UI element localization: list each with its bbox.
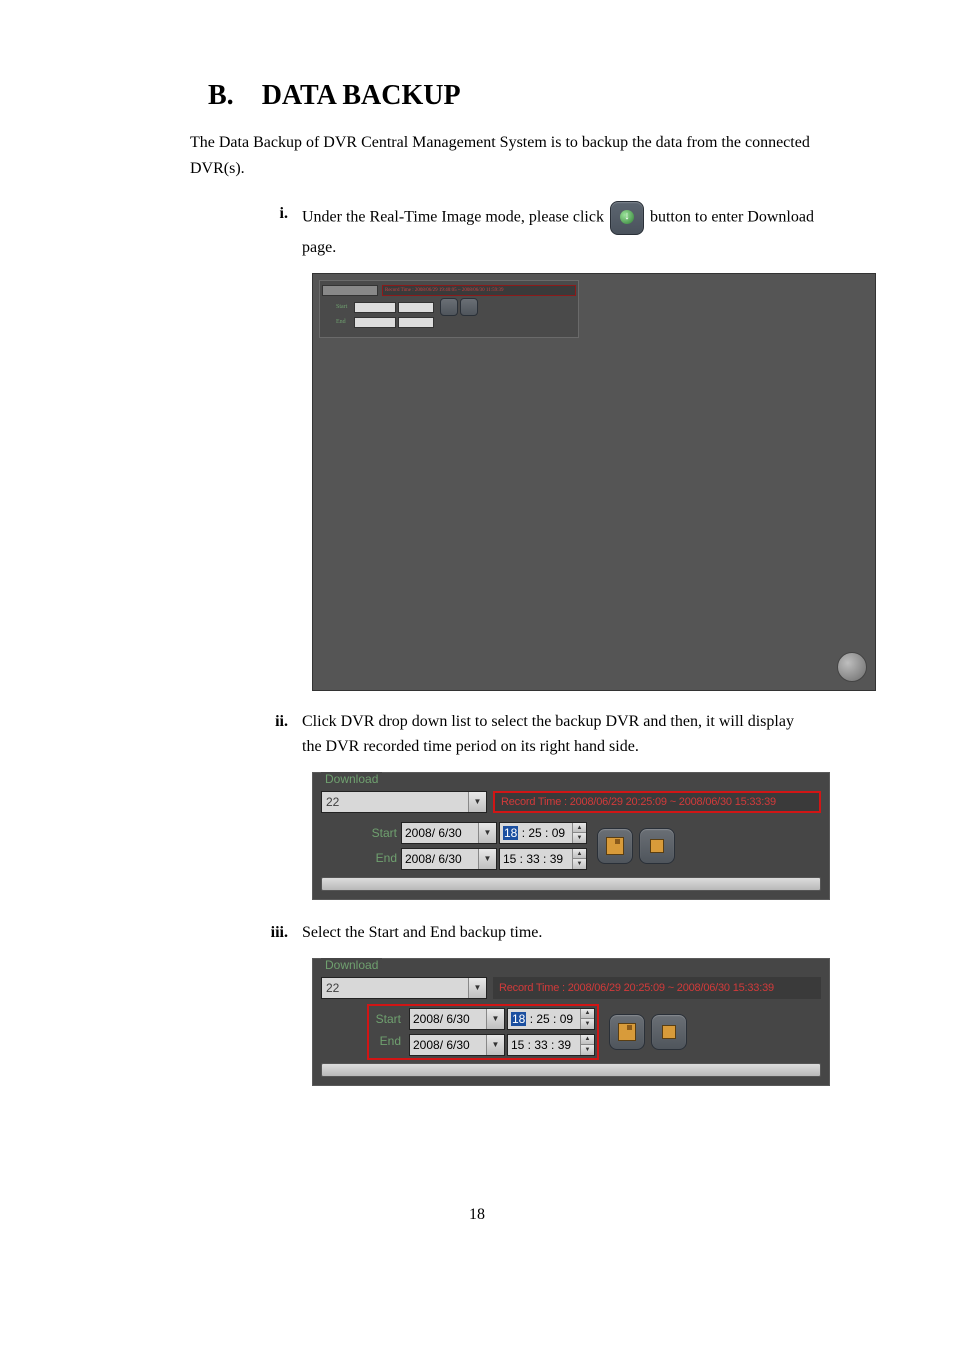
start-date-select-1[interactable]: 2008/ 6/30 ▼: [401, 822, 497, 844]
end-time-text-2: 15 : 33 : 39: [508, 1038, 580, 1052]
screenshot-top-panel: Record Time : 2008/06/29 19:40:05 ~ 2008…: [319, 280, 579, 338]
tiny-end-time[interactable]: [398, 317, 434, 328]
record-time-display-2: Record Time : 2008/06/29 20:25:09 ~ 2008…: [493, 977, 821, 999]
stop-button-2[interactable]: [651, 1014, 687, 1050]
save-button-2[interactable]: [609, 1014, 645, 1050]
tiny-save-button[interactable]: [440, 298, 458, 316]
intro-paragraph: The Data Backup of DVR Central Managemen…: [190, 130, 814, 181]
round-button-icon[interactable]: [837, 652, 867, 682]
heading-letter: B.: [208, 80, 234, 112]
chevron-down-icon: ▼: [468, 978, 486, 998]
chevron-down-icon: ▼: [486, 1009, 504, 1029]
record-time-display: Record Time : 2008/06/29 20:25:09 ~ 2008…: [493, 791, 821, 813]
start-time-hh-1: 18: [503, 826, 518, 840]
tiny-end-date[interactable]: [354, 317, 396, 328]
spinner-up-icon[interactable]: ▲: [581, 1035, 594, 1046]
end-date-select-2[interactable]: 2008/ 6/30 ▼: [409, 1034, 505, 1056]
chevron-down-icon: ▼: [468, 792, 486, 812]
chevron-down-icon: ▼: [478, 823, 496, 843]
chevron-down-icon: ▼: [478, 849, 496, 869]
start-time-spinner-1[interactable]: 18 : 25 : 09 ▲ ▼: [499, 822, 587, 844]
item-i-text-before: Under the Real-Time Image mode, please c…: [302, 209, 608, 226]
stop-icon: [650, 839, 664, 853]
start-label-2: Start: [371, 1008, 401, 1030]
chevron-down-icon: ▼: [486, 1035, 504, 1055]
tiny-start-date[interactable]: [354, 302, 396, 313]
spinner-up-icon[interactable]: ▲: [573, 823, 586, 834]
list-item-ii: ii. Click DVR drop down list to select t…: [270, 709, 814, 760]
download-panel-2: Download 22 ▼ Record Time : 2008/06/29 2…: [312, 958, 830, 1086]
end-date-select-1[interactable]: 2008/ 6/30 ▼: [401, 848, 497, 870]
floppy-icon: [618, 1023, 636, 1041]
spinner-down-icon[interactable]: ▼: [581, 1045, 594, 1055]
spinner-down-icon[interactable]: ▼: [573, 859, 586, 869]
dvr-dropdown-2[interactable]: 22 ▼: [321, 977, 487, 999]
end-time-spinner-1[interactable]: 15 : 33 : 39 ▲ ▼: [499, 848, 587, 870]
spinner-down-icon[interactable]: ▼: [581, 1019, 594, 1029]
start-time-hh-2: 18: [511, 1012, 526, 1026]
list-item-iii: iii. Select the Start and End backup tim…: [270, 920, 814, 946]
dvr-dropdown-value: 22: [322, 795, 468, 809]
list-marker-ii: ii.: [270, 709, 302, 760]
start-date-text-2: 2008/ 6/30: [410, 1012, 486, 1026]
download-panel-1: Download 22 ▼ Record Time : 2008/06/29 2…: [312, 772, 830, 900]
spinner-down-icon[interactable]: ▼: [573, 833, 586, 843]
list-marker-i: i.: [270, 201, 302, 261]
tiny-start-label: Start: [336, 304, 352, 310]
save-button[interactable]: [597, 828, 633, 864]
list-marker-iii: iii.: [270, 920, 302, 946]
stop-icon: [662, 1025, 676, 1039]
start-date-select-2[interactable]: 2008/ 6/30 ▼: [409, 1008, 505, 1030]
spinner-up-icon[interactable]: ▲: [581, 1009, 594, 1020]
progress-bar-1: [321, 877, 821, 891]
start-date-text-1: 2008/ 6/30: [402, 826, 478, 840]
download-icon: [610, 201, 644, 235]
start-time-spinner-2[interactable]: 18 : 25 : 09 ▲ ▼: [507, 1008, 595, 1030]
list-item-i: i. Under the Real-Time Image mode, pleas…: [270, 201, 814, 261]
floppy-icon: [606, 837, 624, 855]
end-time-spinner-2[interactable]: 15 : 33 : 39 ▲ ▼: [507, 1034, 595, 1056]
tiny-dvr-dropdown[interactable]: [322, 285, 378, 296]
tiny-end-label: End: [336, 319, 352, 325]
start-time-rest-2: : 25 : 09: [526, 1012, 573, 1026]
stop-button[interactable]: [639, 828, 675, 864]
dvr-dropdown-value-2: 22: [322, 981, 468, 995]
dvr-dropdown[interactable]: 22 ▼: [321, 791, 487, 813]
heading-title: DATA BACKUP: [262, 80, 461, 112]
list-content-ii: Click DVR drop down list to select the b…: [302, 709, 814, 760]
tiny-stop-button[interactable]: [460, 298, 478, 316]
spinner-up-icon[interactable]: ▲: [573, 849, 586, 860]
end-label-2: End: [371, 1030, 401, 1052]
start-label-1: Start: [367, 822, 397, 844]
tiny-start-time[interactable]: [398, 302, 434, 313]
start-time-rest-1: : 25 : 09: [518, 826, 565, 840]
end-date-text-1: 2008/ 6/30: [402, 852, 478, 866]
list-content-i: Under the Real-Time Image mode, please c…: [302, 201, 814, 261]
end-label-1: End: [367, 847, 397, 869]
panel-legend-2: Download: [321, 958, 382, 972]
list-content-iii: Select the Start and End backup time.: [302, 920, 814, 946]
end-time-text-1: 15 : 33 : 39: [500, 852, 572, 866]
end-date-text-2: 2008/ 6/30: [410, 1038, 486, 1052]
panel-legend-1: Download: [321, 772, 382, 786]
progress-bar-2: [321, 1063, 821, 1077]
tiny-record-time: Record Time : 2008/06/29 19:40:05 ~ 2008…: [382, 285, 576, 296]
screenshot-download-page: Record Time : 2008/06/29 19:40:05 ~ 2008…: [312, 273, 876, 691]
page-number: 18: [100, 1206, 854, 1224]
